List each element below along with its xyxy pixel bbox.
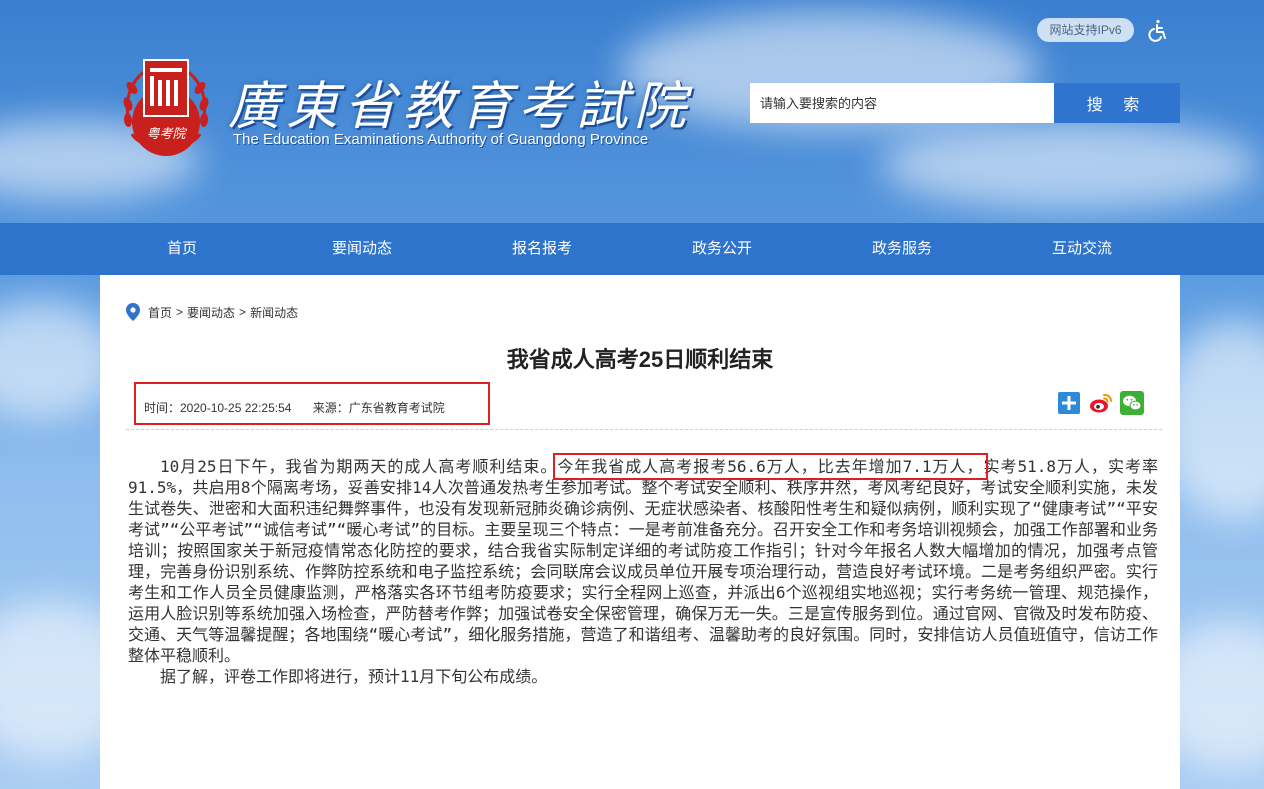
- article-body: 10月25日下午，我省为期两天的成人高考顺利结束。今年我省成人高考报考56.6万…: [128, 453, 1158, 687]
- location-pin-icon: [126, 303, 140, 321]
- site-logo-english[interactable]: The Education Examinations Authority of …: [233, 131, 648, 148]
- wheelchair-icon[interactable]: [1146, 18, 1170, 42]
- weibo-icon[interactable]: [1089, 391, 1113, 415]
- ipv6-badge: 网站支持IPv6: [1037, 18, 1134, 42]
- divider: [126, 429, 1162, 430]
- main-nav: 首页 要闻动态 报名报考 政务公开 政务服务 互动交流: [0, 223, 1264, 275]
- nav-item-gov-disclosure[interactable]: 政务公开: [632, 223, 812, 275]
- nav-item-registration[interactable]: 报名报考: [452, 223, 632, 275]
- nav-item-interaction[interactable]: 互动交流: [992, 223, 1172, 275]
- article-meta: 时间：2020-10-25 22:25:54 来源：广东省教育考试院: [144, 399, 445, 416]
- nav-item-home[interactable]: 首页: [92, 223, 272, 275]
- paragraph-text: 实考51.8万人，实考率91.5%，共启用8个隔离考场，妥善安排14人次普通发热…: [128, 457, 1158, 665]
- logo-seal-icon[interactable]: 粤考院: [118, 56, 214, 160]
- breadcrumb-separator: >: [176, 305, 184, 319]
- breadcrumb: 首页 > 要闻动态 > 新闻动态: [126, 303, 298, 321]
- article-title: 我省成人高考25日顺利结束: [506, 347, 774, 372]
- search-input[interactable]: [750, 83, 1054, 123]
- logo-seal-text: 粤考院: [146, 126, 187, 142]
- plus-share-icon[interactable]: [1057, 391, 1081, 415]
- nav-item-gov-services[interactable]: 政务服务: [812, 223, 992, 275]
- nav-item-news[interactable]: 要闻动态: [272, 223, 452, 275]
- paragraph-text: 10月25日下午，我省为期两天的成人高考顺利结束。: [160, 457, 558, 476]
- wechat-icon[interactable]: [1120, 391, 1144, 415]
- breadcrumb-news-updates[interactable]: 新闻动态: [250, 304, 298, 321]
- article-source: 来源：广东省教育考试院: [312, 401, 445, 415]
- breadcrumb-separator: >: [239, 305, 247, 319]
- article-container: 首页 > 要闻动态 > 新闻动态 我省成人高考25日顺利结束 时间：2020-1…: [100, 275, 1180, 789]
- article-paragraph: 10月25日下午，我省为期两天的成人高考顺利结束。今年我省成人高考报考56.6万…: [128, 453, 1158, 666]
- search-button[interactable]: 搜 索: [1054, 83, 1180, 123]
- publish-time: 时间：2020-10-25 22:25:54: [144, 401, 292, 415]
- site-logo-chinese[interactable]: 廣東省教育考試院: [228, 64, 692, 139]
- breadcrumb-news[interactable]: 要闻动态: [187, 304, 235, 321]
- breadcrumb-home[interactable]: 首页: [148, 304, 172, 321]
- site-header: 粤考院 廣東省教育考試院 The Education Examinations …: [0, 0, 1264, 223]
- highlighted-statistic: 今年我省成人高考报考56.6万人，比去年增加7.1万人，: [553, 453, 988, 480]
- article-paragraph: 据了解，评卷工作即将进行，预计11月下旬公布成绩。: [160, 667, 548, 686]
